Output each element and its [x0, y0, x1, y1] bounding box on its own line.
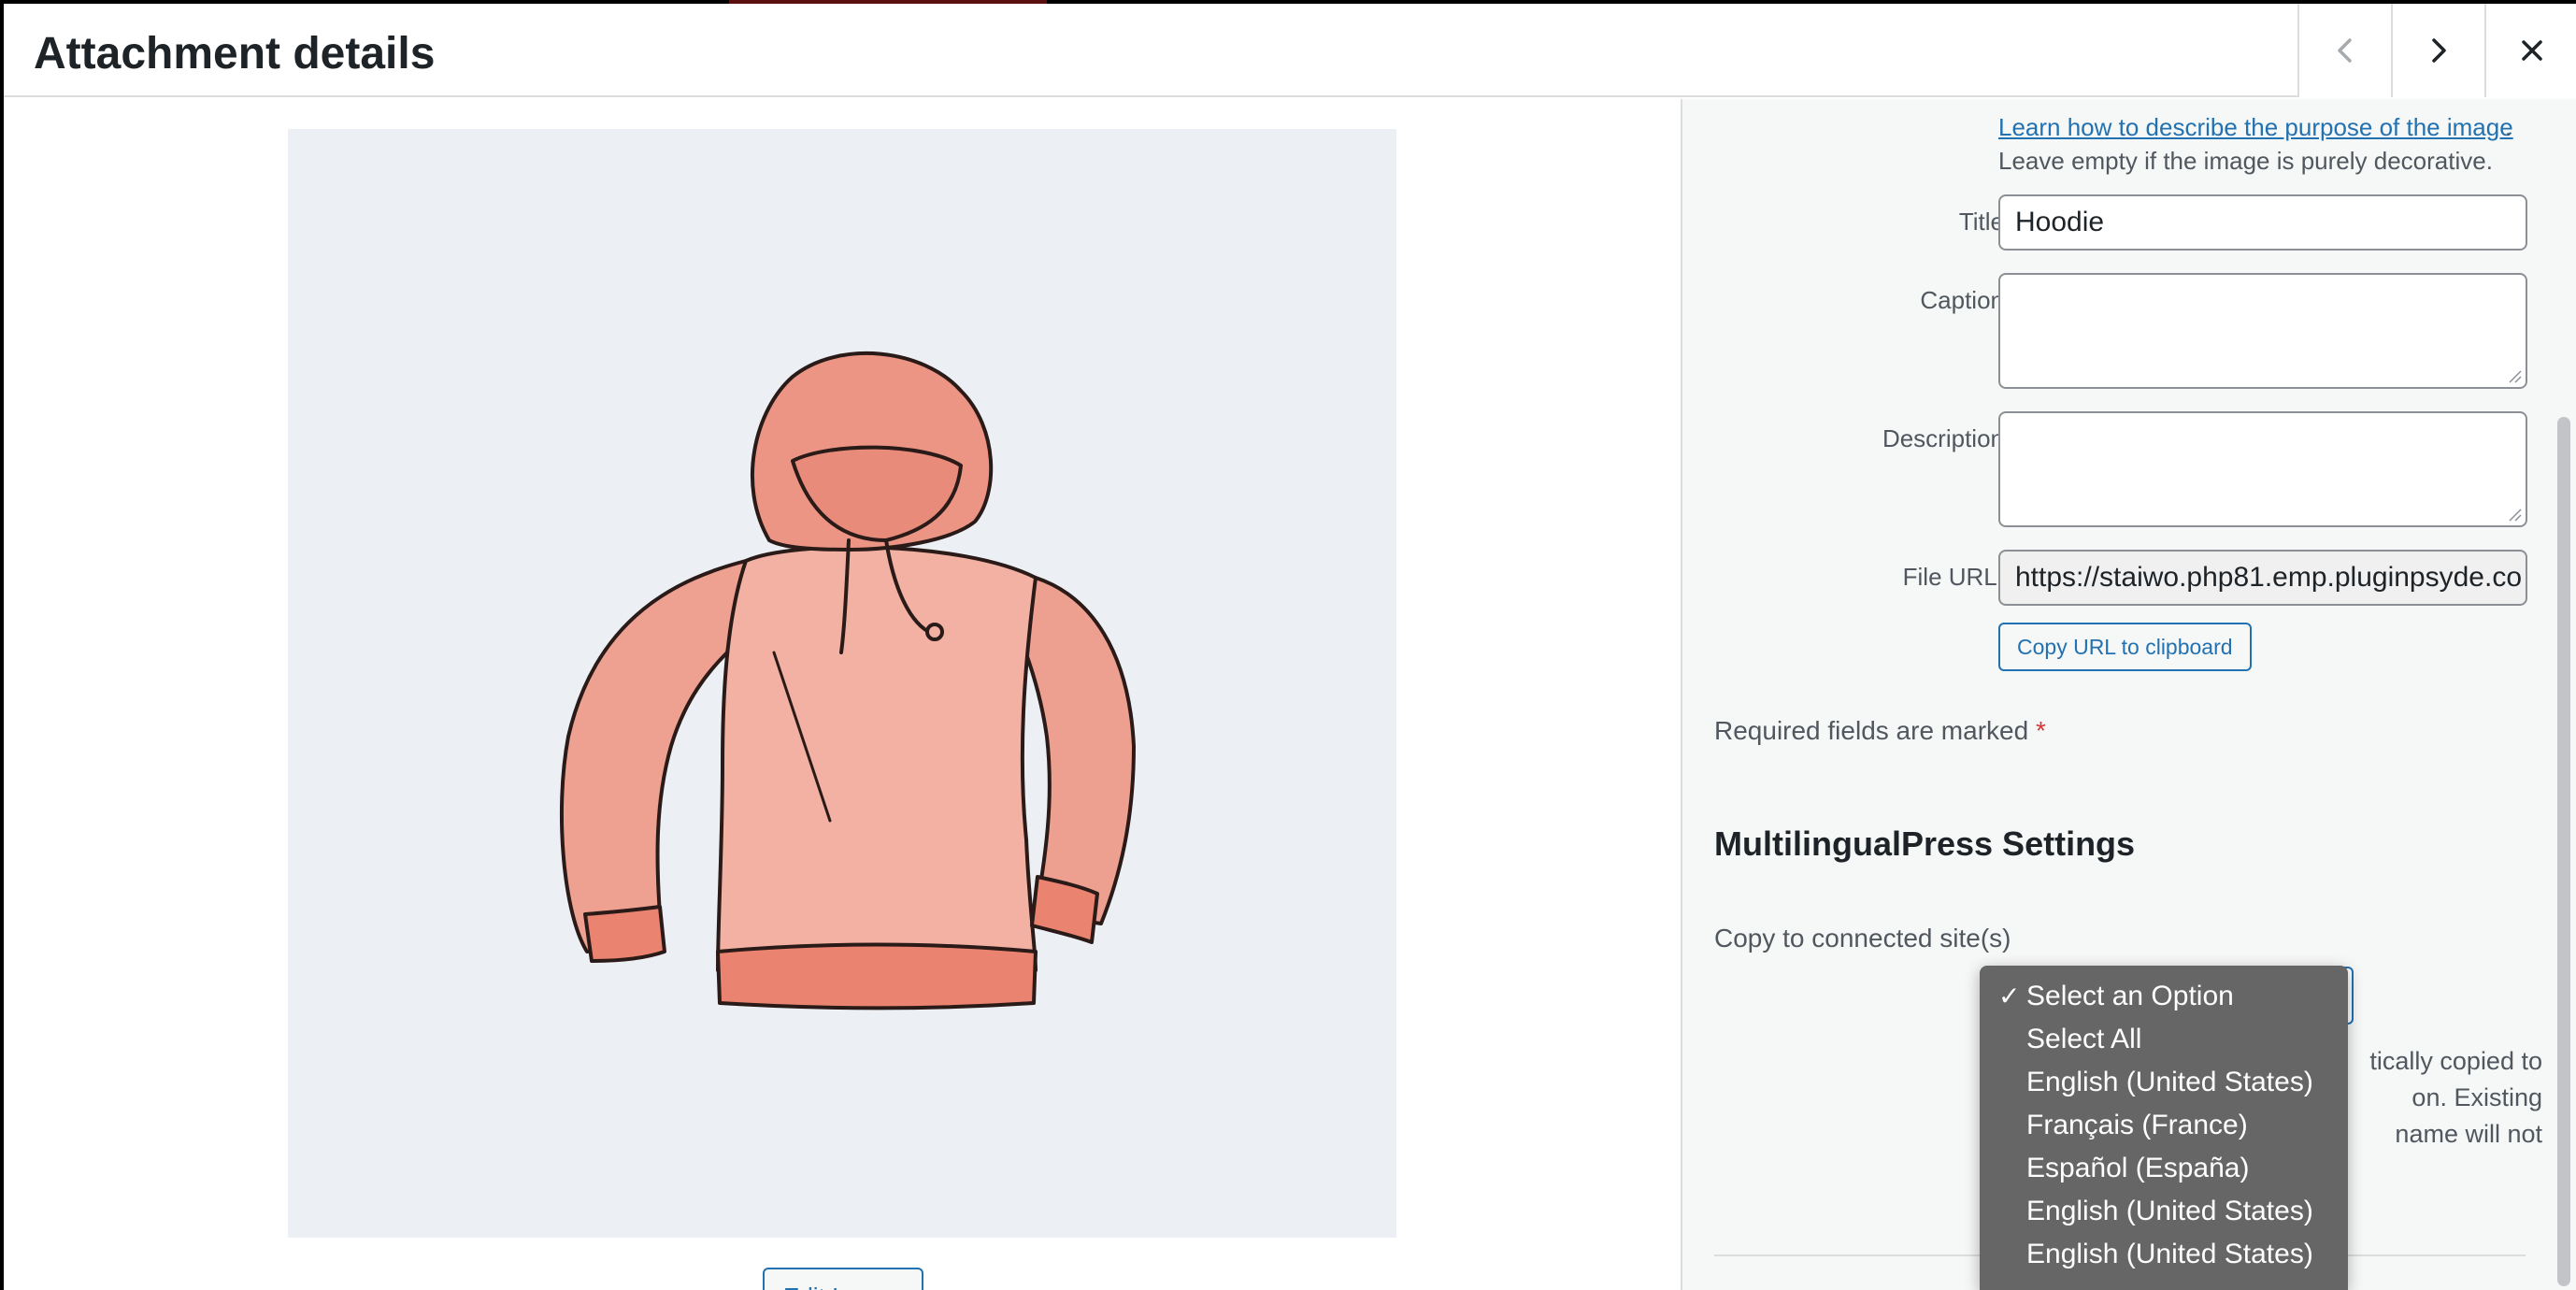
dropdown-option-label: Select an Option [2026, 981, 2234, 1011]
dropdown-option-label: Select All [2026, 1024, 2142, 1054]
alt-text-help-punct: . [2505, 113, 2512, 141]
description-field[interactable] [1998, 411, 2527, 527]
chevron-left-icon [2338, 38, 2352, 63]
close-modal-button[interactable] [2484, 4, 2576, 97]
next-attachment-button[interactable] [2391, 4, 2484, 97]
dropdown-option-francais-france[interactable]: Français (France) [1980, 1104, 2348, 1147]
required-star: * [2035, 716, 2046, 745]
dropdown-option-espanol-espana[interactable]: Español (España) [1980, 1147, 2348, 1190]
title-field[interactable]: Hoodie [1998, 194, 2527, 251]
caption-label: Caption [1920, 286, 2004, 314]
hoodie-illustration [559, 351, 1136, 1010]
checkmark-icon: ✓ [1998, 982, 2021, 1010]
dropdown-option-english-us[interactable]: English (United States) [1980, 1233, 2348, 1276]
modal-title: Attachment details [34, 29, 436, 79]
copy-to-sites-dropdown: ✓ Select an Option Select All English (U… [1980, 966, 2348, 1290]
multilingualpress-heading: MultilingualPress Settings [1714, 824, 2136, 863]
dropdown-option-select-an-option[interactable]: ✓ Select an Option [1980, 975, 2348, 1018]
file-url-field[interactable]: https://staiwo.php81.emp.pluginpsyde.co [1998, 550, 2527, 606]
chevron-right-icon [2432, 38, 2446, 63]
copy-url-button[interactable]: Copy URL to clipboard [1998, 623, 2252, 671]
copy-to-sites-label: Copy to connected site(s) [1714, 924, 2011, 953]
dropdown-option-english-us[interactable]: English (United States) [1980, 1061, 2348, 1104]
sidebar-scrollbar[interactable] [2557, 417, 2570, 1286]
required-fields-text: Required fields are marked [1714, 716, 2029, 745]
dropdown-option-label: English (United States) [2026, 1196, 2313, 1226]
dropdown-option-english-us[interactable]: English (United States) [1980, 1190, 2348, 1233]
attachment-preview: Edit Image [4, 99, 1681, 1290]
title-label: Title [1958, 208, 2004, 236]
resize-handle-icon[interactable] [2507, 368, 2522, 383]
description-label: Description [1882, 424, 2004, 452]
caption-field[interactable] [1998, 273, 2527, 389]
dropdown-option-label: Español (España) [2026, 1153, 2250, 1183]
dropdown-option-select-all[interactable]: Select All [1980, 1018, 2348, 1061]
previous-attachment-button[interactable] [2297, 4, 2391, 97]
required-fields-note: Required fields are marked * [1714, 716, 2046, 746]
dropdown-option-label: English (United States) [2026, 1239, 2313, 1269]
edit-image-button[interactable]: Edit Image [763, 1268, 923, 1290]
modal-header: Attachment details [4, 4, 2576, 97]
close-icon [2522, 40, 2542, 61]
file-url-label: File URL: [1902, 563, 2004, 591]
attachment-image [288, 129, 1396, 1238]
dropdown-option-label: Français (France) [2026, 1110, 2248, 1140]
resize-handle-icon[interactable] [2507, 507, 2522, 522]
alt-text-help-link[interactable]: Learn how to describe the purpose of the… [1998, 110, 2513, 144]
dropdown-option-label: English (United States) [2026, 1067, 2313, 1097]
alt-text-help: Leave empty if the image is purely decor… [1998, 147, 2493, 175]
